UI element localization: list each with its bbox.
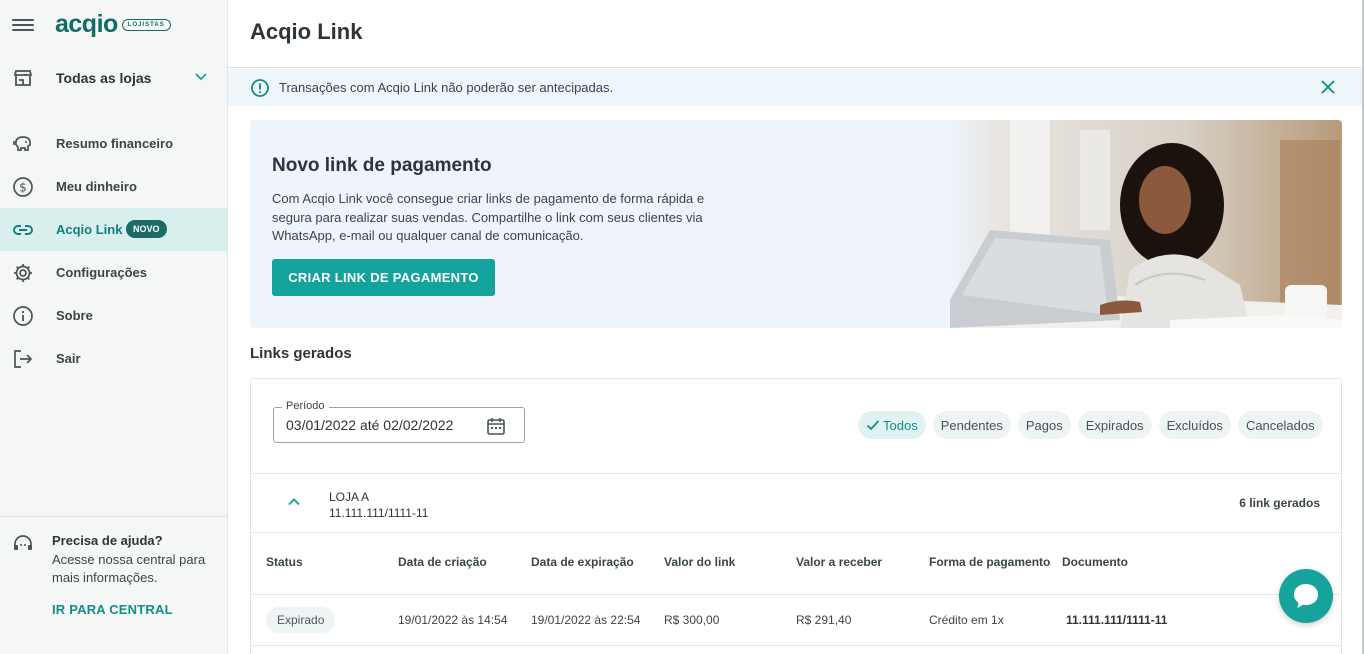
support-agent-icon (12, 533, 34, 560)
links-count: 6 link gerados (1239, 496, 1320, 510)
chevron-down-icon[interactable] (194, 70, 208, 89)
sidebar-item-sair[interactable]: Sair (0, 337, 227, 380)
help-panel: Precisa de ajuda? Acesse nossa central p… (0, 516, 227, 654)
gear-icon (12, 262, 34, 284)
sidebar: acqio LOJISTAS Todas as lojas Resumo fin… (0, 0, 228, 654)
store-name: LOJA A (329, 490, 370, 504)
table-row[interactable]: Expirado 19/01/2022 às 14:54 19/01/2022 … (251, 594, 1341, 646)
filter-chip-label: Excluídos (1166, 417, 1223, 433)
filter-chip-label: Pendentes (940, 417, 1003, 433)
filter-chip-label: Pagos (1025, 417, 1063, 433)
piggy-bank-icon (12, 133, 34, 155)
filter-chip-todos[interactable]: Todos (858, 411, 926, 439)
status-filter-chips: Todos Pendentes Pagos Expirados Excluído… (858, 411, 1323, 439)
table-header: Status Data de criação Data de expiração… (251, 532, 1341, 594)
store-icon (13, 68, 33, 93)
check-icon (866, 420, 880, 431)
column-header-document[interactable]: Documento (1062, 555, 1128, 569)
alert-circle-icon (250, 78, 270, 103)
period-date-range-field[interactable]: Período 03/01/2022 até 02/02/2022 (273, 400, 525, 443)
cell-payment-method: Crédito em 1x (929, 613, 1004, 627)
brand-name: acqio (55, 10, 118, 38)
column-header-receivable[interactable]: Valor a receber (796, 555, 882, 569)
chevron-up-icon[interactable] (286, 494, 302, 515)
store-group-header[interactable]: LOJA A 11.111.111/1111-11 6 link gerados (251, 473, 1341, 532)
help-description: Acesse nossa central para mais informaçõ… (52, 552, 206, 585)
column-header-created[interactable]: Data de criação (398, 555, 487, 569)
sidebar-item-configuracoes[interactable]: Configurações (0, 251, 227, 294)
new-badge: NOVO (126, 220, 167, 238)
svg-text:$: $ (19, 181, 27, 195)
sidebar-item-label: Acqio Link (56, 222, 123, 237)
cell-expires: 19/01/2022 às 22:54 (531, 613, 641, 627)
banner-title: Novo link de pagamento (272, 155, 492, 176)
store-selector[interactable]: Todas as lojas (0, 60, 227, 96)
create-payment-link-button[interactable]: CRIAR LINK DE PAGAMENTO (272, 259, 495, 296)
cell-receivable: R$ 291,40 (796, 613, 852, 627)
store-selector-label: Todas as lojas (56, 70, 152, 86)
info-alert: Transações com Acqio Link não poderão se… (228, 69, 1362, 106)
sidebar-nav: Resumo financeiro $ Meu dinheiro Acqio L… (0, 122, 227, 380)
sidebar-item-label: Resumo financeiro (56, 136, 174, 151)
status-badge: Expirado (266, 607, 336, 633)
brand-badge: LOJISTAS (121, 18, 171, 31)
filter-chip-excluidos[interactable]: Excluídos (1158, 411, 1231, 439)
column-header-payment-method[interactable]: Forma de pagamento (929, 555, 1050, 569)
calendar-icon[interactable] (486, 416, 506, 441)
page-title: Acqio Link (250, 19, 363, 44)
link-icon (12, 219, 34, 241)
section-title: Links gerados (250, 345, 352, 362)
sidebar-item-resumo-financeiro[interactable]: Resumo financeiro (0, 122, 227, 165)
chat-support-button[interactable] (1279, 569, 1333, 623)
filter-chip-cancelados[interactable]: Cancelados (1237, 411, 1323, 439)
alert-text: Transações com Acqio Link não poderão se… (279, 80, 614, 95)
sidebar-item-label: Sobre (56, 308, 93, 323)
banner-photo (950, 120, 1342, 328)
brand-logo[interactable]: acqio LOJISTAS (55, 10, 171, 39)
help-title: Precisa de ajuda? (52, 533, 163, 548)
filter-chip-expirados[interactable]: Expirados (1077, 411, 1152, 439)
filter-chip-label: Expirados (1085, 417, 1144, 433)
links-card: Período 03/01/2022 até 02/02/2022 Todos … (250, 378, 1342, 654)
cell-amount: R$ 300,00 (664, 613, 720, 627)
sidebar-item-label: Sair (56, 351, 81, 366)
cell-document: 11.111.111/1111-11 (1066, 613, 1168, 627)
column-header-expires[interactable]: Data de expiração (531, 555, 634, 569)
close-icon[interactable] (1320, 79, 1336, 100)
promo-banner: Novo link de pagamento Com Acqio Link vo… (250, 120, 1342, 328)
filter-chip-pagos[interactable]: Pagos (1017, 411, 1071, 439)
column-header-status[interactable]: Status (266, 555, 303, 569)
info-icon (12, 305, 34, 327)
sidebar-item-label: Configurações (56, 265, 148, 280)
filter-chip-pendentes[interactable]: Pendentes (932, 411, 1011, 439)
banner-description: Com Acqio Link você consegue criar links… (272, 191, 705, 243)
page-header: Acqio Link (228, 0, 1362, 68)
hamburger-menu-icon[interactable] (12, 16, 34, 36)
logout-icon (12, 348, 34, 370)
period-label: Período (282, 400, 329, 412)
filter-chip-label: Cancelados (1245, 417, 1315, 433)
help-center-link[interactable]: IR PARA CENTRAL (52, 602, 173, 617)
chat-bubble-icon (1294, 584, 1318, 608)
sidebar-item-sobre[interactable]: Sobre (0, 294, 227, 337)
filter-chip-label: Todos (883, 417, 918, 433)
period-value: 03/01/2022 até 02/02/2022 (286, 417, 454, 433)
store-cnpj: 11.111.111/1111-11 (329, 506, 429, 520)
sidebar-item-meu-dinheiro[interactable]: $ Meu dinheiro (0, 165, 227, 208)
column-header-amount[interactable]: Valor do link (664, 555, 735, 569)
sidebar-item-label: Meu dinheiro (56, 179, 137, 194)
cell-created: 19/01/2022 às 14:54 (398, 613, 508, 627)
dollar-circle-icon: $ (12, 176, 34, 198)
sidebar-item-acqio-link[interactable]: Acqio Link NOVO (0, 208, 227, 251)
